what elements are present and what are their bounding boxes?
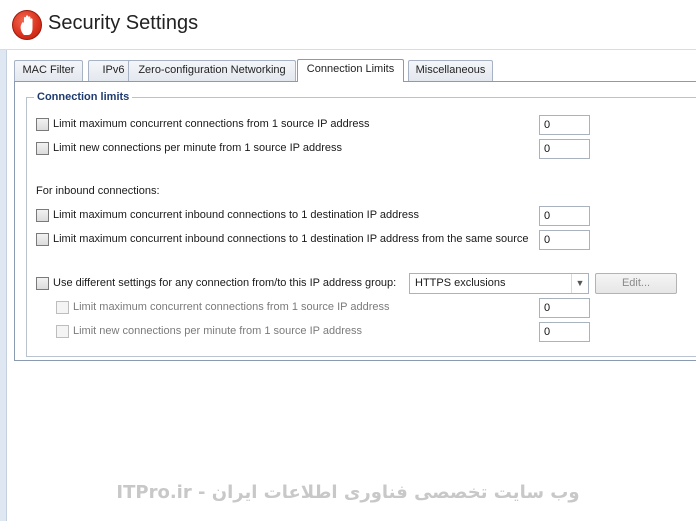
label-inbound-concurrent: Limit maximum concurrent inbound connect… (53, 209, 420, 221)
tab-miscellaneous[interactable]: Miscellaneous (408, 60, 493, 81)
row-limit-new-per-minute: Limit new connections per minute from 1 … (36, 141, 536, 157)
group-border-bottom (26, 356, 696, 357)
checkbox-sub-limit-new-per-minute[interactable] (56, 325, 69, 338)
connection-limits-group: Connection limits (26, 91, 696, 359)
checkbox-limit-new-per-minute[interactable] (36, 142, 49, 155)
label-limit-new-per-minute: Limit new connections per minute from 1 … (53, 142, 342, 154)
checkbox-inbound-concurrent[interactable] (36, 209, 49, 222)
row-inbound-concurrent: Limit maximum concurrent inbound connect… (36, 208, 536, 224)
tab-mac-filter[interactable]: MAC Filter (14, 60, 83, 81)
title-bar: Security Settings (0, 0, 696, 50)
row-ip-group-settings: Use different settings for any connectio… (36, 276, 406, 292)
checkbox-sub-limit-concurrent[interactable] (56, 301, 69, 314)
tab-strip: MAC Filter IPv6 Zero-configuration Netwo… (14, 59, 696, 82)
input-inbound-concurrent-same-source[interactable]: 0 (539, 230, 590, 250)
ip-group-select-value: HTTPS exclusions (415, 277, 506, 289)
row-sub-limit-new-per-minute: Limit new connections per minute from 1 … (56, 324, 536, 340)
row-sub-limit-concurrent: Limit maximum concurrent connections fro… (56, 300, 536, 316)
watermark: ITPro.ir - وب سایت تخصصی فناوری اطلاعات … (116, 482, 580, 503)
input-sub-limit-new-per-minute[interactable]: 0 (539, 322, 590, 342)
label-limit-concurrent-source: Limit maximum concurrent connections fro… (53, 118, 370, 130)
label-ip-group-settings: Use different settings for any connectio… (53, 277, 397, 289)
checkbox-ip-group-settings[interactable] (36, 277, 49, 290)
input-limit-new-per-minute[interactable]: 0 (539, 139, 590, 159)
hand-stop-icon (12, 10, 42, 40)
row-limit-concurrent-source: Limit maximum concurrent connections fro… (36, 117, 536, 133)
tab-zero-configuration-networking[interactable]: Zero-configuration Networking (128, 60, 296, 81)
input-inbound-concurrent[interactable]: 0 (539, 206, 590, 226)
input-limit-concurrent-source[interactable]: 0 (539, 115, 590, 135)
group-border-left (26, 97, 27, 357)
group-title: Connection limits (34, 91, 133, 103)
edit-button[interactable]: Edit... (595, 273, 677, 294)
ip-group-select[interactable]: HTTPS exclusions ▼ (409, 273, 589, 294)
checkbox-inbound-concurrent-same-source[interactable] (36, 233, 49, 246)
input-sub-limit-concurrent[interactable]: 0 (539, 298, 590, 318)
window-title: Security Settings (48, 12, 199, 34)
inbound-heading: For inbound connections: (36, 185, 160, 197)
label-sub-limit-concurrent: Limit maximum concurrent connections fro… (73, 301, 390, 313)
row-inbound-concurrent-same-source: Limit maximum concurrent inbound connect… (36, 232, 536, 248)
label-inbound-concurrent-same-source: Limit maximum concurrent inbound connect… (53, 233, 529, 245)
left-frame (0, 50, 7, 521)
checkbox-limit-concurrent-source[interactable] (36, 118, 49, 131)
label-sub-limit-new-per-minute: Limit new connections per minute from 1 … (73, 325, 362, 337)
chevron-down-icon[interactable]: ▼ (571, 274, 588, 293)
tab-connection-limits[interactable]: Connection Limits (297, 59, 404, 82)
